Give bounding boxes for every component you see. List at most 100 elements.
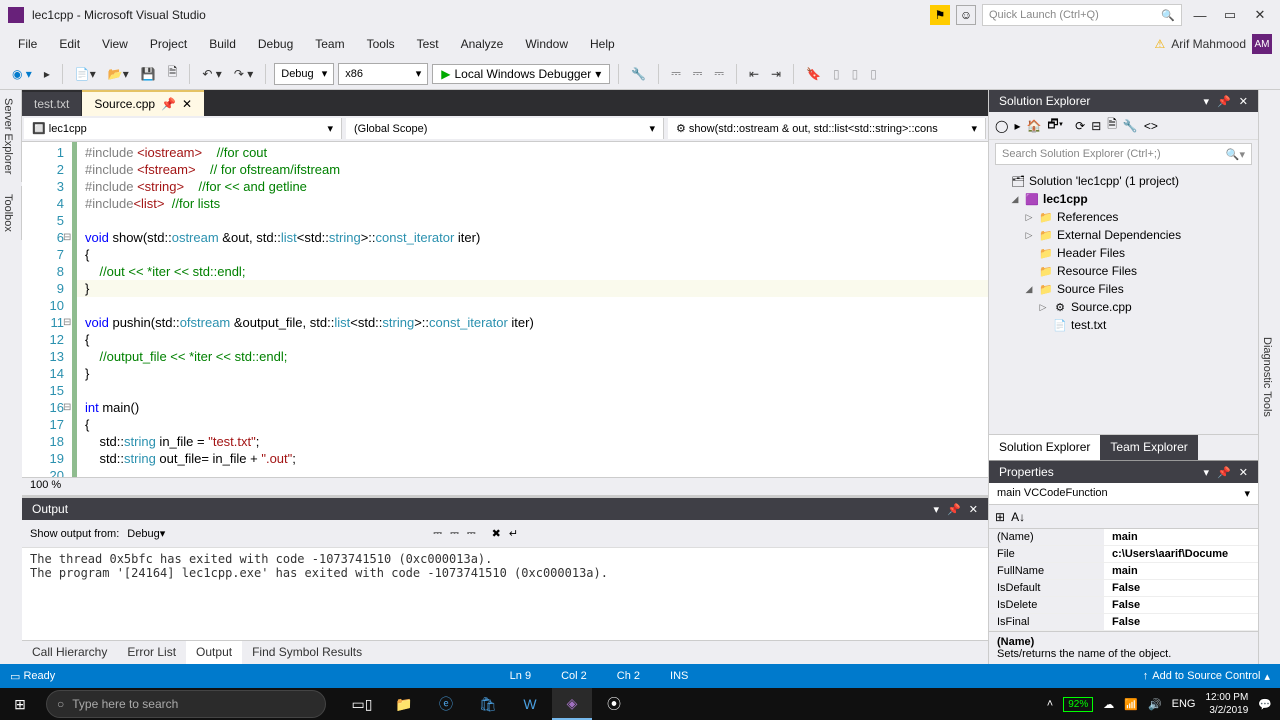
se-fwd-icon[interactable]: ▸ bbox=[1014, 119, 1020, 133]
props-close-icon[interactable]: ✕ bbox=[1239, 466, 1248, 479]
output-source-dropdown[interactable]: Debug▾ bbox=[127, 527, 417, 540]
property-row[interactable]: FullNamemain bbox=[989, 563, 1258, 580]
store-icon[interactable]: 🛍 bbox=[468, 688, 508, 720]
nav-scope-function[interactable]: ⚙ show(std::ostream & out, std::list<std… bbox=[668, 118, 986, 139]
toggle-wrap-button[interactable]: ↵ bbox=[509, 527, 518, 540]
task-view-icon[interactable]: ▭▯ bbox=[342, 688, 382, 720]
tree-item[interactable]: ▷📁References bbox=[995, 208, 1252, 226]
pin-icon[interactable]: 📌 bbox=[161, 97, 176, 111]
bottom-tab-error-list[interactable]: Error List bbox=[117, 641, 186, 664]
props-dropdown-icon[interactable]: ▾ bbox=[1204, 466, 1210, 479]
tree-item[interactable]: ◢📁Source Files bbox=[995, 280, 1252, 298]
tree-item[interactable]: ▷📁External Dependencies bbox=[995, 226, 1252, 244]
right-tab-solution-explorer[interactable]: Solution Explorer bbox=[989, 435, 1100, 460]
menu-view[interactable]: View bbox=[92, 33, 138, 55]
bottom-tab-call-hierarchy[interactable]: Call Hierarchy bbox=[22, 641, 117, 664]
nav-back-button[interactable]: ◉ ▾ bbox=[8, 65, 36, 83]
tree-item[interactable]: ◢🟪lec1cpp bbox=[995, 190, 1252, 208]
file-tab[interactable]: Source.cpp📌✕ bbox=[82, 90, 204, 116]
code-editor[interactable]: 123456789101112131415161718192021 #inclu… bbox=[22, 142, 988, 477]
editor-zoom[interactable]: 100 % bbox=[22, 477, 988, 495]
notifications-icon[interactable]: 💬 bbox=[1258, 698, 1272, 711]
property-row[interactable]: Filec:\Users\aarif\Docume bbox=[989, 546, 1258, 563]
onedrive-icon[interactable]: ☁ bbox=[1103, 698, 1114, 711]
properties-grid[interactable]: (Name)mainFilec:\Users\aarif\DocumeFullN… bbox=[989, 529, 1258, 631]
se-search-input[interactable]: Search Solution Explorer (Ctrl+;) 🔍▾ bbox=[995, 143, 1252, 165]
se-dropdown-icon[interactable]: ▾ bbox=[1204, 95, 1210, 108]
bottom-tab-find-symbol-results[interactable]: Find Symbol Results bbox=[242, 641, 372, 664]
props-categorized-icon[interactable]: ⊞ bbox=[995, 510, 1005, 524]
start-debug-button[interactable]: ▶ Local Windows Debugger ▾ bbox=[432, 64, 610, 84]
property-row[interactable]: IsFinalFalse bbox=[989, 614, 1258, 631]
props-alpha-icon[interactable]: A↓ bbox=[1011, 510, 1025, 524]
se-refresh-icon[interactable]: ⟳ bbox=[1075, 119, 1085, 133]
menu-window[interactable]: Window bbox=[515, 33, 578, 55]
nav-fwd-button[interactable]: ▸ bbox=[40, 65, 54, 83]
menu-tools[interactable]: Tools bbox=[357, 33, 405, 55]
output-tb-icon-1[interactable]: ⎓ bbox=[433, 527, 442, 540]
menu-debug[interactable]: Debug bbox=[248, 33, 303, 55]
props-object-selector[interactable]: main VCCodeFunction▾ bbox=[989, 483, 1258, 505]
minimize-button[interactable]: — bbox=[1188, 5, 1212, 25]
file-tab[interactable]: test.txt bbox=[22, 92, 81, 116]
open-file-button[interactable]: 📂▾ bbox=[104, 65, 133, 83]
language-indicator[interactable]: ENG bbox=[1172, 698, 1196, 710]
user-account[interactable]: ⚠ Arif Mahmood AM bbox=[1155, 34, 1272, 54]
new-project-button[interactable]: 📄▾ bbox=[71, 65, 100, 83]
se-pin-icon[interactable]: 📌 bbox=[1217, 95, 1231, 108]
toolbar-icon-5[interactable]: ▯ bbox=[829, 65, 844, 83]
toolbar-icon-2[interactable]: ⎓ bbox=[667, 64, 685, 83]
menu-file[interactable]: File bbox=[8, 33, 47, 55]
tree-item[interactable]: ▷⚙Source.cpp bbox=[995, 298, 1252, 316]
redo-button[interactable]: ↷ ▾ bbox=[230, 65, 257, 83]
right-tab-team-explorer[interactable]: Team Explorer bbox=[1100, 435, 1197, 460]
menu-project[interactable]: Project bbox=[140, 33, 197, 55]
maximize-button[interactable]: ▭ bbox=[1218, 5, 1242, 25]
add-source-control-button[interactable]: ↑ Add to Source Control ▴ bbox=[1143, 670, 1270, 683]
menu-build[interactable]: Build bbox=[199, 33, 246, 55]
feedback-icon[interactable]: ☺ bbox=[956, 5, 976, 25]
bookmark-button[interactable]: 🔖 bbox=[802, 65, 825, 83]
save-button[interactable]: 💾 bbox=[137, 65, 160, 83]
toolbar-icon-4[interactable]: ⎓ bbox=[710, 64, 728, 83]
diagnostic-tools-tab[interactable]: Diagnostic Tools bbox=[1258, 90, 1280, 664]
tray-chevron-icon[interactable]: ˄ bbox=[1047, 698, 1053, 710]
output-tb-icon-3[interactable]: ⎓ bbox=[467, 527, 476, 540]
menu-help[interactable]: Help bbox=[580, 33, 625, 55]
property-row[interactable]: IsDefaultFalse bbox=[989, 580, 1258, 597]
toolbox-tab[interactable]: Toolbox bbox=[0, 186, 22, 240]
vs-taskbar-icon[interactable]: ◈ bbox=[552, 688, 592, 720]
output-text[interactable]: The thread 0x5bfc has exited with code -… bbox=[22, 548, 988, 640]
se-preview-icon[interactable]: <> bbox=[1144, 119, 1158, 133]
tree-item[interactable]: 🗂Solution 'lec1cpp' (1 project) bbox=[995, 172, 1252, 190]
solution-tree[interactable]: 🗂Solution 'lec1cpp' (1 project)◢🟪lec1cpp… bbox=[989, 168, 1258, 434]
tree-item[interactable]: 📁Header Files bbox=[995, 244, 1252, 262]
se-close-icon[interactable]: ✕ bbox=[1239, 95, 1248, 108]
se-home-icon[interactable]: 🏠 bbox=[1026, 119, 1041, 133]
clear-output-button[interactable]: ✖ bbox=[492, 527, 501, 540]
wifi-icon[interactable]: 📶 bbox=[1124, 698, 1138, 711]
taskbar-clock[interactable]: 12:00 PM 3/2/2019 bbox=[1205, 691, 1248, 717]
bottom-tab-output[interactable]: Output bbox=[186, 641, 242, 664]
battery-icon[interactable]: 92% bbox=[1063, 697, 1093, 712]
close-icon[interactable]: ✕ bbox=[182, 97, 192, 111]
toolbar-icon-6[interactable]: ▯ bbox=[848, 65, 863, 83]
props-pin-icon[interactable]: 📌 bbox=[1217, 466, 1231, 479]
taskbar-search-input[interactable]: ○ Type here to search bbox=[46, 690, 326, 718]
platform-dropdown[interactable]: x86▾ bbox=[338, 63, 428, 85]
menu-edit[interactable]: Edit bbox=[49, 33, 90, 55]
se-collapse-icon[interactable]: ⊟ bbox=[1091, 119, 1101, 133]
panel-pin-icon[interactable]: 📌 bbox=[947, 503, 961, 516]
menu-analyze[interactable]: Analyze bbox=[451, 33, 514, 55]
system-tray[interactable]: ˄ 92% ☁ 📶 🔊 ENG 12:00 PM 3/2/2019 💬 bbox=[1039, 691, 1280, 717]
property-row[interactable]: IsDeleteFalse bbox=[989, 597, 1258, 614]
toolbar-icon-3[interactable]: ⎓ bbox=[689, 64, 707, 83]
config-dropdown[interactable]: Debug▾ bbox=[274, 63, 334, 85]
notifications-flag-icon[interactable]: ⚑ bbox=[930, 5, 950, 25]
se-props-icon[interactable]: 🔧 bbox=[1123, 119, 1138, 133]
indent-button[interactable]: ⇥ bbox=[767, 65, 785, 83]
menu-team[interactable]: Team bbox=[305, 33, 354, 55]
output-tb-icon-2[interactable]: ⎓ bbox=[450, 527, 459, 540]
start-button[interactable]: ⊞ bbox=[0, 688, 40, 720]
property-row[interactable]: (Name)main bbox=[989, 529, 1258, 546]
